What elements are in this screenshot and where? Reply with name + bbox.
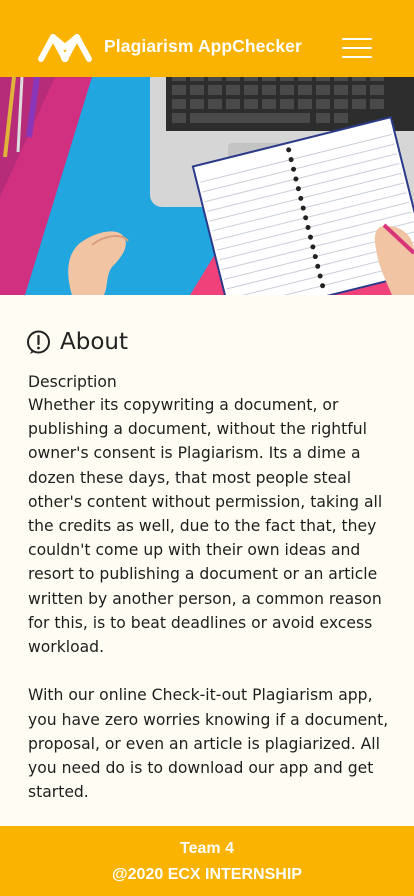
description-paragraph: Whether its copywriting a document, or p…	[28, 396, 383, 657]
about-heading: About	[26, 326, 128, 358]
description-label: Description	[28, 373, 117, 391]
mountains-logo-icon[interactable]	[36, 28, 94, 66]
description-paragraph: With our online Check-it-out Plagiarism …	[28, 686, 389, 802]
about-title: About	[60, 329, 129, 355]
laptop-notebook-desk-photo	[0, 77, 414, 295]
app-footer: Team 4 @2020 ECX INTERNSHIP	[0, 826, 414, 896]
team-label: Team 4	[180, 840, 234, 857]
info-circle-icon	[27, 330, 50, 354]
description-text: Whether its copywriting a document, or p…	[28, 393, 400, 804]
copyright-label: @2020 ECX INTERNSHIP	[112, 866, 302, 883]
hero-image	[0, 77, 414, 295]
app-title: Plagiarism AppChecker	[104, 36, 302, 56]
hamburger-menu-icon[interactable]	[342, 36, 374, 60]
app-header: Plagiarism AppChecker	[0, 0, 414, 77]
